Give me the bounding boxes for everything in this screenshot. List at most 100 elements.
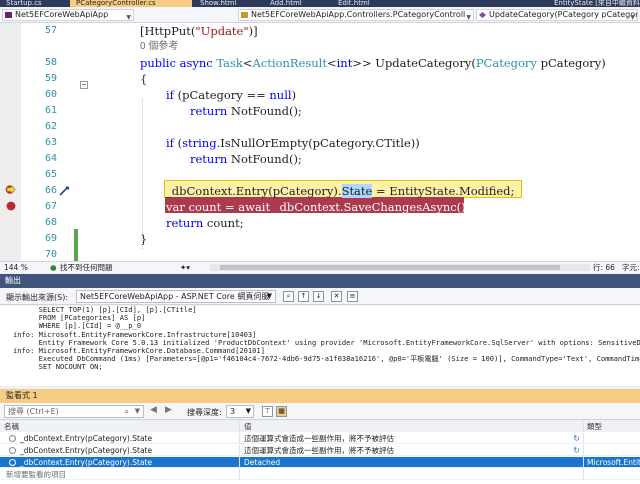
no-issues-check-icon: ● bbox=[50, 263, 57, 272]
line-number: 58 bbox=[44, 57, 57, 68]
class-dropdown[interactable]: Net5EFCoreWebApiApp.Controllers.PCategor… bbox=[238, 9, 474, 21]
current-statement-arrow-icon bbox=[5, 185, 16, 194]
output-source-label: 顯示輸出來源(S): bbox=[6, 293, 69, 302]
scrollbar-thumb[interactable] bbox=[220, 265, 560, 270]
glyph-margin[interactable] bbox=[0, 23, 21, 261]
code-line-60: if (pCategory == null) bbox=[166, 88, 297, 102]
tab-startup[interactable]: Startup.cs bbox=[0, 0, 68, 7]
code-editor[interactable]: 57 58 59 60 61 62 63 64 65 66 67 68 69 7… bbox=[0, 23, 640, 261]
line-number-gutter: 57 58 59 60 61 62 63 64 65 66 67 68 69 7… bbox=[21, 23, 57, 261]
previous-message-icon[interactable]: ↑ bbox=[298, 291, 309, 302]
watch-name[interactable]: _dbContext.Entry(pCategory).State bbox=[0, 457, 238, 468]
chevron-down-icon: ▼ bbox=[466, 14, 471, 21]
tab-edit-html[interactable]: Edit.html bbox=[332, 0, 398, 7]
line-position: 行: 66 bbox=[593, 263, 615, 272]
code-line-66: _dbContext.Entry(pCategory).State = Enti… bbox=[166, 184, 515, 198]
watch-type: Microsoft.Entity bbox=[583, 457, 640, 468]
code-area[interactable]: [HttpPut("Update")] 0 個參考 public async T… bbox=[80, 23, 640, 261]
code-line-61: return NotFound(); bbox=[190, 104, 302, 118]
hex-display-icon[interactable]: ▦ bbox=[276, 406, 287, 417]
watch-grid: 名稱 值 類型 _dbContext.Entry(pCategory).Stat… bbox=[0, 421, 640, 484]
editor-status-bar: 144 % ● 找不到任何問題 ✦▾ 行: 66 字元: 4 bbox=[0, 261, 640, 273]
column-position: 字元: 4 bbox=[622, 263, 640, 272]
add-watch-placeholder[interactable]: 新增要監看的項目 bbox=[0, 469, 238, 480]
next-message-icon[interactable]: ↓ bbox=[313, 291, 324, 302]
line-number: 60 bbox=[44, 89, 57, 100]
member-dropdown[interactable]: UpdateCategory(PCategory pCategory) ▼ bbox=[476, 9, 638, 21]
find-in-output-icon[interactable]: ⌕ bbox=[283, 291, 294, 302]
tab-show-html[interactable]: Show.html bbox=[194, 0, 262, 7]
word-wrap-icon[interactable]: ≡ bbox=[347, 291, 358, 302]
watch-name[interactable]: _dbContext.Entry(pCategory).State bbox=[0, 445, 238, 456]
issues-status[interactable]: 找不到任何問題 bbox=[60, 262, 113, 273]
clear-all-icon[interactable]: ✕ bbox=[331, 291, 342, 302]
csharp-project-icon bbox=[5, 12, 12, 18]
column-header-type[interactable]: 類型 bbox=[583, 421, 640, 432]
watch-panel-header[interactable]: 監看式 1 bbox=[0, 389, 640, 403]
pin-icon[interactable]: ⊤ bbox=[262, 406, 273, 417]
watch-row[interactable]: _dbContext.Entry(pCategory).State 這個運算式會… bbox=[0, 433, 640, 444]
method-icon bbox=[479, 12, 486, 18]
watch-search-input[interactable]: 搜尋 (Ctrl+E) ⌕ ▼ bbox=[4, 405, 144, 418]
watch-column-header-row: 名稱 值 類型 bbox=[0, 421, 640, 432]
search-previous-icon[interactable]: ◀ bbox=[150, 405, 157, 415]
output-source-value: Net5EFCoreWebApiApp - ASP.NET Core 網頁伺服 bbox=[80, 292, 270, 301]
output-title: 輸出 bbox=[5, 276, 21, 285]
output-text-area[interactable]: SELECT TOP(1) [p].[CId], [p].[CTitle] FR… bbox=[0, 306, 640, 386]
code-line-58: public async Task<ActionResult<int>> Upd… bbox=[140, 56, 606, 70]
git-branch-icon[interactable]: ✦▾ bbox=[180, 262, 190, 273]
member-name: UpdateCategory(PCategory pCategory) bbox=[489, 10, 638, 19]
watch-value bbox=[239, 469, 582, 480]
class-icon bbox=[241, 12, 248, 18]
watch-value: 這個運算式會造成一些副作用，將不予被評估 bbox=[239, 433, 582, 444]
column-header-value[interactable]: 值 bbox=[239, 421, 582, 432]
line-number: 63 bbox=[44, 137, 57, 148]
line-number: 57 bbox=[44, 25, 57, 36]
tab-pcategorycontroller[interactable]: PCategoryController.cs bbox=[70, 0, 192, 7]
search-next-icon[interactable]: ▶ bbox=[165, 405, 172, 415]
watch-title: 監看式 1 bbox=[6, 391, 38, 400]
refresh-icon[interactable]: ↻ bbox=[573, 445, 580, 456]
search-placeholder: 搜尋 (Ctrl+E) bbox=[8, 407, 59, 416]
zoom-level[interactable]: 144 % bbox=[4, 262, 28, 273]
code-line-69: } bbox=[140, 232, 148, 246]
line-number: 59 bbox=[44, 73, 57, 84]
quick-actions-brush-icon[interactable] bbox=[58, 186, 70, 196]
chevron-down-icon: ▼ bbox=[245, 407, 251, 415]
search-depth-label: 搜尋深度: bbox=[187, 408, 222, 417]
watch-name[interactable]: _dbContext.Entry(pCategory).State bbox=[0, 433, 238, 444]
tab-entitystate[interactable]: EntityState [來自中繼資料] bbox=[548, 0, 640, 7]
line-number: 68 bbox=[44, 217, 57, 228]
add-watch-row[interactable]: 新增要監看的項目 bbox=[0, 469, 640, 480]
line-number: 66 bbox=[44, 185, 57, 196]
watch-type bbox=[583, 433, 640, 444]
output-panel-header[interactable]: 輸出 bbox=[0, 274, 640, 288]
navigation-bar: Net5EFCoreWebApiApp ▼ Net5EFCoreWebApiAp… bbox=[0, 7, 640, 23]
code-line-59: { bbox=[140, 72, 148, 86]
output-source-dropdown[interactable]: Net5EFCoreWebApiApp - ASP.NET Core 網頁伺服 … bbox=[76, 290, 276, 303]
tab-add-html[interactable]: Add.html bbox=[264, 0, 330, 7]
watch-value[interactable]: Detached bbox=[239, 457, 582, 468]
document-tab-bar: Startup.cs PCategoryController.cs Show.h… bbox=[0, 0, 640, 7]
watch-row[interactable]: _dbContext.Entry(pCategory).State 這個運算式會… bbox=[0, 445, 640, 456]
line-number: 62 bbox=[44, 121, 57, 132]
line-number: 70 bbox=[44, 249, 57, 260]
search-depth-dropdown[interactable]: 3 ▼ bbox=[226, 405, 254, 418]
code-line-67: var count = await _dbContext.SaveChanges… bbox=[166, 200, 470, 214]
chevron-down-icon: ▼ bbox=[630, 14, 635, 21]
column-header-name[interactable]: 名稱 bbox=[0, 421, 238, 432]
watch-toolbar: 搜尋 (Ctrl+E) ⌕ ▼ ◀ ▶ 搜尋深度: 3 ▼ ⊤ ▦ bbox=[0, 403, 640, 420]
project-dropdown[interactable]: Net5EFCoreWebApiApp ▼ bbox=[2, 9, 134, 21]
breakpoint-icon[interactable] bbox=[6, 201, 16, 211]
watch-row-selected[interactable]: _dbContext.Entry(pCategory).State Detach… bbox=[0, 457, 640, 468]
refresh-icon[interactable]: ↻ bbox=[573, 433, 580, 444]
reference-count-lens[interactable]: 0 個參考 bbox=[140, 39, 178, 55]
horizontal-scrollbar[interactable] bbox=[210, 264, 590, 271]
line-number: 64 bbox=[44, 153, 57, 164]
code-line-64: return NotFound(); bbox=[190, 152, 302, 166]
watch-type bbox=[583, 445, 640, 456]
code-line-68: return count; bbox=[166, 216, 244, 230]
line-number: 61 bbox=[44, 105, 57, 116]
code-line-63: if (string.IsNullOrEmpty(pCategory.CTitl… bbox=[166, 136, 420, 150]
watch-value: 這個運算式會造成一些副作用，將不予被評估 bbox=[239, 445, 582, 456]
